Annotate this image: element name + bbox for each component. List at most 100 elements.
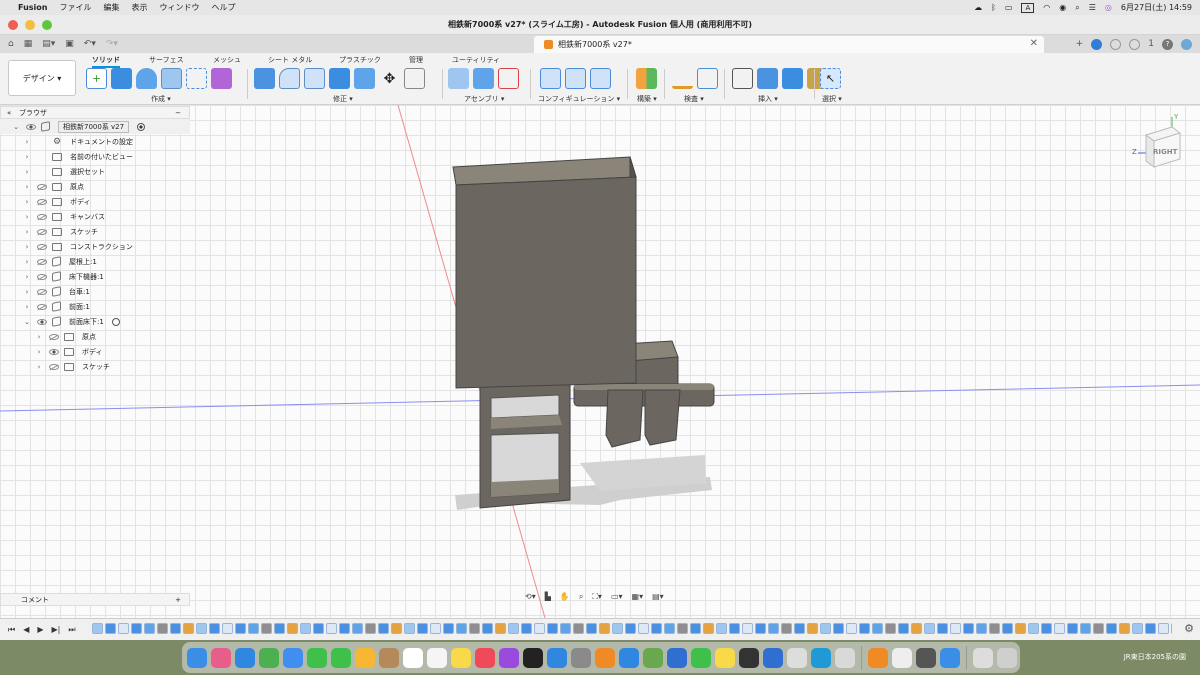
measure-icon[interactable]	[672, 68, 693, 89]
bluetooth-icon[interactable]: ᛒ	[991, 3, 996, 12]
cloud-icon[interactable]: ☁	[974, 3, 982, 12]
timeline-feature-icon[interactable]	[755, 623, 766, 634]
redo-icon[interactable]: ↷▾	[106, 39, 118, 49]
add-comment-button[interactable]: +	[175, 596, 181, 604]
timeline-feature-icon[interactable]	[677, 623, 688, 634]
photos-icon[interactable]	[355, 647, 375, 668]
chamfer-icon[interactable]	[304, 68, 325, 89]
chevron-right-icon[interactable]: ›	[23, 138, 31, 146]
visibility-icon[interactable]	[49, 363, 59, 370]
shell-icon[interactable]	[329, 68, 350, 89]
notebook-icon[interactable]	[643, 647, 663, 668]
visibility-icon[interactable]	[37, 303, 47, 310]
screen-icon[interactable]	[916, 647, 936, 668]
look-at-icon[interactable]: ▙	[545, 592, 551, 604]
close-window-button[interactable]	[8, 20, 18, 30]
timeline-feature-icon[interactable]	[651, 623, 662, 634]
select-group-label[interactable]: 選択 ▾	[822, 94, 842, 104]
browser-header[interactable]: « ブラウザ −	[0, 106, 190, 119]
press-pull-icon[interactable]	[254, 68, 275, 89]
timeline-feature-icon[interactable]	[729, 623, 740, 634]
timeline-feature-icon[interactable]	[807, 623, 818, 634]
chrome-icon[interactable]	[259, 647, 279, 668]
wifi-icon[interactable]: ◠	[1043, 3, 1050, 12]
visibility-icon[interactable]	[37, 198, 47, 205]
create-sketch-icon[interactable]: +	[86, 68, 107, 89]
menu-window[interactable]: ウィンドウ	[159, 2, 199, 13]
extrude-icon[interactable]	[111, 68, 132, 89]
timeline-feature-icon[interactable]	[196, 623, 207, 634]
tab-plastic[interactable]: プラスチック	[339, 55, 381, 65]
timeline-feature-icon[interactable]	[781, 623, 792, 634]
timeline-feature-icon[interactable]	[664, 623, 675, 634]
coupler-hanger-right[interactable]	[644, 389, 681, 446]
timeline-feature-icon[interactable]	[989, 623, 1000, 634]
timeline-feature-icon[interactable]	[508, 623, 519, 634]
cloud-drive-icon[interactable]	[619, 647, 639, 668]
tab-sheet-metal[interactable]: シート メタル	[268, 55, 312, 65]
browser-row[interactable]: › 屋根上:1	[0, 254, 190, 269]
launchpad-icon[interactable]	[211, 647, 231, 668]
timeline-feature-icon[interactable]	[612, 623, 623, 634]
hole-icon[interactable]	[161, 68, 182, 89]
browser-row[interactable]: › スケッチ	[0, 224, 190, 239]
chevron-right-icon[interactable]: ›	[35, 333, 43, 341]
timeline-feature-icon[interactable]	[235, 623, 246, 634]
timeline-feature-icon[interactable]	[313, 623, 324, 634]
desktop-folder-label[interactable]: JR東日本205系の園	[1124, 652, 1186, 662]
timeline-feature-icon[interactable]	[456, 623, 467, 634]
browser-row[interactable]: › スケッチ	[0, 359, 190, 374]
siri-icon[interactable]: ◎	[1105, 3, 1112, 12]
browser-row[interactable]: ⌄ 相鉄新7000系 v27	[0, 119, 190, 134]
visibility-icon[interactable]	[26, 123, 36, 130]
timeline-feature-icon[interactable]	[690, 623, 701, 634]
timeline-feature-icon[interactable]	[833, 623, 844, 634]
timeline-feature-icon[interactable]	[703, 623, 714, 634]
timeline-feature-icon[interactable]	[547, 623, 558, 634]
timeline-feature-icon[interactable]	[521, 623, 532, 634]
timeline-feature-icon[interactable]	[885, 623, 896, 634]
timeline-feature-icon[interactable]	[326, 623, 337, 634]
tv-icon[interactable]	[523, 647, 543, 668]
control-center-icon[interactable]: ☰	[1089, 3, 1096, 12]
job-status-icon[interactable]	[1110, 38, 1122, 50]
browser-row[interactable]: › 選択セット	[0, 164, 190, 179]
app-icon[interactable]	[835, 647, 855, 668]
file-menu-icon[interactable]: ▤▾	[42, 39, 55, 49]
menu-help[interactable]: ヘルプ	[211, 2, 235, 13]
user-icon[interactable]: ◉	[1059, 3, 1066, 12]
timeline-feature-icon[interactable]	[352, 623, 363, 634]
pan-icon[interactable]: ✋	[560, 592, 570, 604]
timeline-feature-icon[interactable]	[742, 623, 753, 634]
timeline-feature-icon[interactable]	[768, 623, 779, 634]
timeline-play-button[interactable]: ▶	[37, 625, 43, 635]
timeline-feature-icon[interactable]	[365, 623, 376, 634]
timeline-feature-icon[interactable]	[170, 623, 181, 634]
input-source-indicator[interactable]: A	[1021, 2, 1035, 13]
browser-row[interactable]: › ボディ	[0, 194, 190, 209]
assemble-group-label[interactable]: アセンブリ ▾	[464, 94, 504, 104]
timeline-feature-icon[interactable]	[131, 623, 142, 634]
mindmap-icon[interactable]	[715, 647, 735, 668]
comments-panel[interactable]: コメント +	[0, 593, 190, 606]
chevron-right-icon[interactable]: ›	[23, 168, 31, 176]
timeline-feature-icon[interactable]	[287, 623, 298, 634]
timeline-feature-icon[interactable]	[339, 623, 350, 634]
safari-icon[interactable]	[235, 647, 255, 668]
viewports-icon[interactable]: ▤▾	[652, 592, 664, 604]
cube-app-icon[interactable]	[940, 647, 960, 668]
timeline-feature-icon[interactable]	[209, 623, 220, 634]
main-block[interactable]	[455, 176, 637, 389]
timeline-feature-icon[interactable]	[937, 623, 948, 634]
battery-icon[interactable]: ▭	[1005, 3, 1013, 12]
timeline-feature-icon[interactable]	[1041, 623, 1052, 634]
visibility-icon[interactable]	[37, 183, 47, 190]
timeline-settings-icon[interactable]: ⚙	[1184, 622, 1194, 635]
chevron-right-icon[interactable]: ›	[23, 183, 31, 191]
browser-minimize-icon[interactable]: −	[175, 109, 181, 117]
chevron-right-icon[interactable]: ›	[23, 288, 31, 296]
clock[interactable]: 6月27日(土) 14:59	[1121, 2, 1192, 13]
home-icon[interactable]: ⌂	[8, 39, 14, 49]
visibility-icon[interactable]	[37, 213, 47, 220]
browser-row[interactable]: › キャンバス	[0, 209, 190, 224]
